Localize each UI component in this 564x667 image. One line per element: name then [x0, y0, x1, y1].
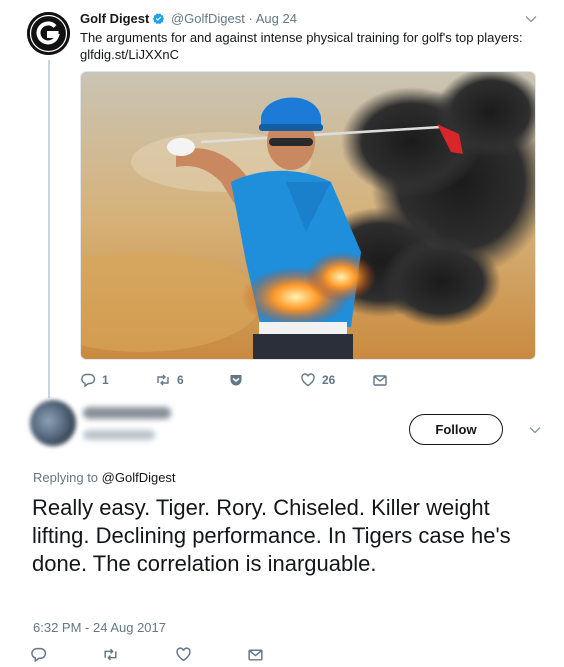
reply-count: 1: [102, 373, 109, 387]
replying-prefix: Replying to: [33, 470, 102, 485]
reply-tweet-actions: [30, 646, 290, 664]
direct-message-action[interactable]: [228, 372, 250, 388]
tweet-media-image[interactable]: [80, 71, 536, 360]
parent-tweet-date[interactable]: Aug 24: [256, 11, 297, 26]
retweet-count: 6: [177, 373, 184, 387]
golf-digest-avatar[interactable]: [27, 12, 70, 55]
parent-tweet-link[interactable]: glfdig.st/LiJXXnC: [80, 47, 179, 63]
reply-timestamp[interactable]: 6:32 PM - 24 Aug 2017: [33, 620, 166, 635]
parent-author-name[interactable]: Golf Digest: [80, 11, 149, 26]
heart-icon[interactable]: [175, 646, 192, 663]
parent-tweet-header: Golf Digest @GolfDigest · Aug 24: [80, 11, 524, 26]
message-action[interactable]: [372, 372, 394, 388]
like-action[interactable]: 26: [300, 372, 335, 388]
header-separator: ·: [248, 11, 253, 26]
like-count: 26: [322, 373, 336, 387]
retweet-icon: [157, 374, 169, 386]
replying-to-label: Replying to @GolfDigest: [33, 470, 176, 485]
replying-to-handle[interactable]: @GolfDigest: [102, 470, 176, 485]
reply-author-avatar[interactable]: [30, 400, 76, 446]
golf-digest-g-logo-icon: [27, 12, 70, 55]
reply-tweet-text: Really easy. Tiger. Rory. Chiseled. Kill…: [32, 495, 511, 576]
reply-icon: [81, 373, 96, 388]
reply-author-handle-blurred: [83, 430, 155, 440]
reply-author-name-blurred: [83, 407, 171, 419]
shield-chevron-icon: [230, 375, 242, 386]
parent-tweet-actions: 1 6 26: [80, 372, 400, 390]
verified-badge-icon: [153, 13, 165, 25]
reply-action[interactable]: 1: [80, 372, 109, 388]
follow-button[interactable]: Follow: [409, 414, 503, 445]
golfer-explosion-image: [81, 72, 535, 359]
heart-icon: [301, 373, 315, 387]
thread-connector-line: [48, 60, 50, 398]
retweet-action[interactable]: 6: [155, 372, 184, 388]
chevron-down-icon[interactable]: [524, 12, 538, 26]
envelope-icon: [373, 375, 387, 386]
retweet-icon[interactable]: [102, 646, 119, 663]
envelope-icon[interactable]: [247, 646, 264, 663]
reply-icon[interactable]: [30, 646, 47, 663]
parent-author-handle[interactable]: @GolfDigest: [171, 11, 245, 26]
parent-tweet-text: The arguments for and against intense ph…: [80, 30, 523, 45]
chevron-down-icon[interactable]: [528, 423, 542, 437]
